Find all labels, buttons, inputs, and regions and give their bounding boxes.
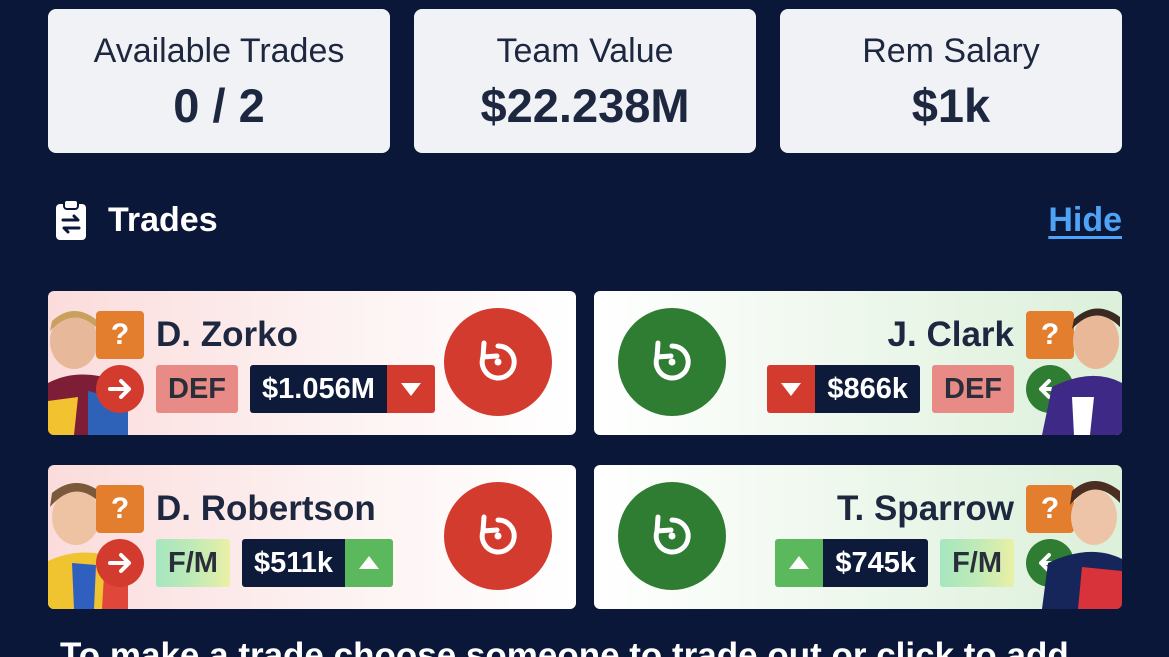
trade-out-card[interactable]: ? D. Zorko DEF $1.056M: [48, 291, 576, 435]
position-badge: F/M: [156, 539, 230, 587]
price-tag: $745k: [775, 539, 929, 587]
stat-value: 0 / 2: [173, 78, 265, 132]
unknown-status-badge[interactable]: ?: [96, 485, 144, 533]
undo-trade-button[interactable]: [618, 308, 726, 416]
price-down-icon: [767, 365, 816, 413]
unknown-status-badge[interactable]: ?: [96, 311, 144, 359]
undo-icon: [653, 514, 691, 555]
section-title: Trades: [108, 200, 218, 239]
price-value: $745k: [823, 539, 929, 587]
player-name: D. Robertson: [156, 489, 376, 528]
trade-in-card[interactable]: J. Clark $866k DEF ?: [594, 291, 1122, 435]
price-tag: $866k: [767, 365, 920, 413]
trade-instructions: To make a trade choose someone to trade …: [60, 636, 1069, 657]
trade-out-arrow-icon: [96, 365, 144, 413]
stat-label: Team Value: [496, 31, 674, 70]
trade-out-card[interactable]: ? D. Robertson F/M $511k: [48, 465, 576, 609]
price-tag: $511k: [241, 539, 393, 587]
stats-row: Available Trades 0 / 2 Team Value $22.23…: [48, 9, 1122, 153]
player-meta: DEF $1.056M: [156, 365, 435, 413]
player-meta: F/M $511k: [156, 539, 393, 587]
player-meta: $745k F/M: [775, 539, 1014, 587]
price-value: $866k: [815, 365, 920, 413]
trade-in-card[interactable]: T. Sparrow $745k F/M ?: [594, 465, 1122, 609]
price-up-icon: [344, 539, 393, 587]
undo-icon: [653, 340, 691, 381]
price-value: $511k: [241, 539, 345, 587]
undo-trade-button[interactable]: [618, 482, 726, 590]
clipboard-swap-icon: [56, 199, 86, 240]
position-badge: DEF: [932, 365, 1014, 413]
position-badge: DEF: [156, 365, 238, 413]
stat-value: $22.238M: [480, 78, 690, 132]
price-value: $1.056M: [250, 365, 387, 413]
price-tag: $1.056M: [250, 365, 435, 413]
undo-trade-button[interactable]: [444, 308, 552, 416]
stat-label: Available Trades: [93, 31, 345, 70]
player-portrait: [1042, 308, 1122, 435]
undo-trade-button[interactable]: [444, 482, 552, 590]
trades-section-header: Trades Hide: [54, 196, 1122, 244]
hide-link[interactable]: Hide: [1048, 201, 1122, 240]
trades-page: Available Trades 0 / 2 Team Value $22.23…: [0, 0, 1169, 657]
stat-team-value: Team Value $22.238M: [414, 9, 756, 153]
player-meta: $866k DEF: [767, 365, 1014, 413]
player-name: T. Sparrow: [837, 489, 1014, 528]
stat-rem-salary: Rem Salary $1k: [780, 9, 1122, 153]
stat-available-trades: Available Trades 0 / 2: [48, 9, 390, 153]
undo-icon: [479, 340, 517, 381]
player-name: J. Clark: [887, 315, 1014, 354]
position-badge: F/M: [940, 539, 1014, 587]
price-up-icon: [775, 539, 824, 587]
player-portrait: [1042, 481, 1122, 609]
stat-value: $1k: [911, 78, 991, 132]
trade-out-arrow-icon: [96, 539, 144, 587]
player-name: D. Zorko: [156, 315, 298, 354]
stat-label: Rem Salary: [862, 31, 1040, 70]
price-down-icon: [386, 365, 435, 413]
undo-icon: [479, 514, 517, 555]
